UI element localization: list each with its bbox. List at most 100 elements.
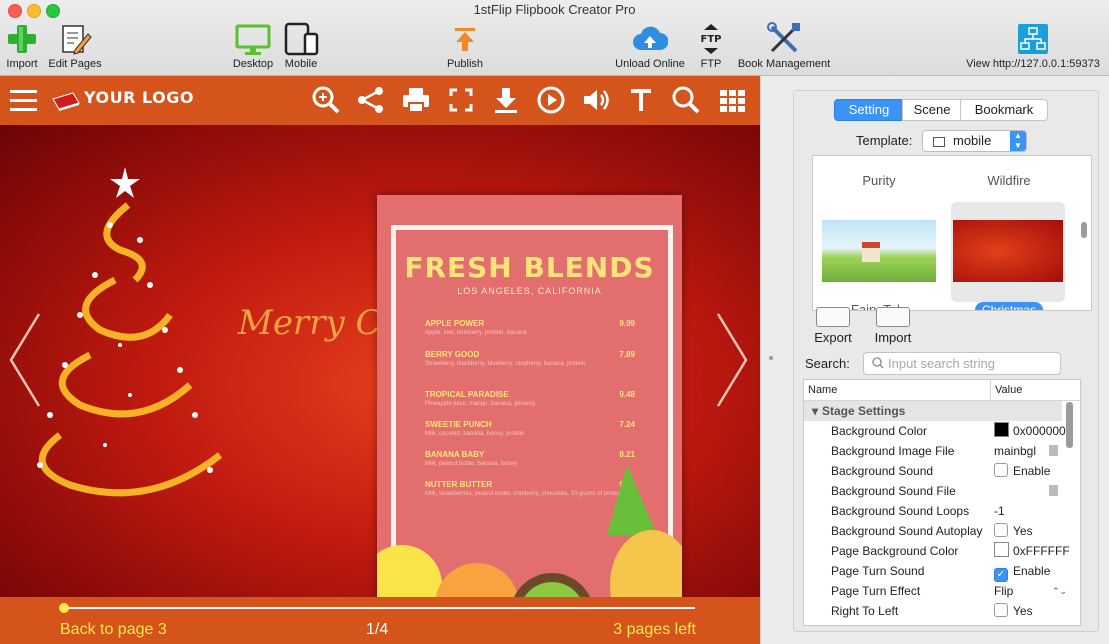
disclosure-triangle-icon: ▾ bbox=[812, 404, 819, 418]
settings-panel: Setting Scene Bookmark Template: mobile … bbox=[781, 76, 1109, 644]
table-row[interactable]: Page Background Color 0xFFFFFF bbox=[804, 541, 1070, 561]
tab-bookmark[interactable]: Bookmark bbox=[960, 99, 1048, 121]
checkbox-checked[interactable]: ✓ bbox=[994, 568, 1008, 582]
chevron-updown-icon[interactable]: ⌃⌄ bbox=[1052, 581, 1067, 601]
book-page[interactable]: FRESH BLENDS LOS ANGELES, CALIFORNIA APP… bbox=[377, 195, 682, 626]
tab-scene[interactable]: Scene bbox=[902, 99, 962, 121]
zoom-in-icon[interactable] bbox=[311, 85, 341, 115]
table-row[interactable]: Background Sound Autoplay Yes bbox=[804, 521, 1062, 541]
import-button[interactable]: Import bbox=[2, 20, 42, 72]
import-icon bbox=[876, 307, 910, 327]
page-progress-handle[interactable] bbox=[59, 603, 69, 613]
fullscreen-icon[interactable] bbox=[446, 85, 476, 115]
mobile-button[interactable]: Mobile bbox=[280, 20, 322, 72]
search-field[interactable]: Input search string bbox=[863, 352, 1061, 375]
tab-setting[interactable]: Setting bbox=[834, 99, 904, 121]
view-button[interactable]: View http://127.0.0.1:59373 bbox=[958, 20, 1108, 72]
table-row[interactable]: Background Sound Loops -1 bbox=[804, 501, 1062, 521]
devices-icon bbox=[280, 20, 322, 58]
table-scrollbar[interactable] bbox=[1066, 402, 1073, 448]
ftp-icon: FTP bbox=[694, 20, 728, 58]
file-icon[interactable] bbox=[1049, 485, 1058, 496]
template-device-icon bbox=[933, 137, 945, 147]
book-stage: Merry Christmas FRESH BLENDS LOS ANGELES… bbox=[0, 125, 760, 626]
logo-text: YOUR LOGO bbox=[84, 88, 194, 107]
menu-subtitle: LOS ANGELES, CALIFORNIA bbox=[457, 286, 602, 296]
autoplay-icon[interactable] bbox=[536, 85, 566, 115]
split-view-divider[interactable] bbox=[760, 76, 782, 644]
export-button[interactable]: Export bbox=[808, 307, 858, 345]
search-label: Search: bbox=[805, 356, 850, 371]
checkbox[interactable] bbox=[994, 523, 1008, 537]
previous-page-arrow-icon[interactable] bbox=[5, 310, 45, 410]
page-progress-track[interactable] bbox=[64, 607, 695, 609]
template-name: Wildfire bbox=[987, 173, 1031, 188]
table-header: Name Value bbox=[804, 380, 1080, 401]
viewer-toolbar: YOUR LOGO bbox=[0, 76, 760, 125]
gallery-scrollbar[interactable] bbox=[1081, 222, 1087, 238]
ftp-button[interactable]: FTP FTP bbox=[694, 20, 728, 72]
export-icon bbox=[816, 307, 850, 327]
text-icon[interactable] bbox=[626, 85, 656, 115]
menu-item: APPLE POWER 9.99 Apple, kiwi, blueberry,… bbox=[425, 319, 635, 336]
cloud-upload-icon bbox=[612, 20, 688, 58]
menu-item: SWEETIE PUNCH 7.24 Milk, coconut, banana… bbox=[425, 420, 635, 437]
file-icon[interactable] bbox=[1049, 445, 1058, 456]
desktop-button[interactable]: Desktop bbox=[229, 20, 277, 72]
template-label: Template: bbox=[856, 133, 913, 148]
table-row[interactable]: Background Color 0x000000 bbox=[804, 421, 1066, 441]
template-thumb-purity[interactable] bbox=[822, 220, 936, 282]
import-settings-button[interactable]: Import bbox=[868, 307, 918, 345]
edit-document-icon bbox=[45, 20, 105, 58]
plus-icon bbox=[2, 20, 42, 58]
edit-pages-button[interactable]: Edit Pages bbox=[45, 20, 105, 72]
next-page-arrow-icon[interactable] bbox=[712, 310, 752, 410]
back-to-page-link[interactable]: Back to page 3 bbox=[60, 621, 167, 639]
template-name: Purity bbox=[862, 173, 896, 188]
template-gallery: Purity Wildfire Fairy Tale Christmas bbox=[812, 155, 1092, 311]
page-indicator: 1/4 bbox=[366, 621, 389, 638]
color-swatch[interactable] bbox=[994, 422, 1009, 437]
menu-item: TROPICAL PARADISE 9.48 Pineapple juice, … bbox=[425, 390, 635, 407]
download-icon[interactable] bbox=[491, 85, 521, 115]
properties-table: Name Value ▾ Stage Settings Background C… bbox=[803, 379, 1081, 626]
print-icon[interactable] bbox=[401, 85, 431, 115]
checkbox[interactable] bbox=[994, 603, 1008, 617]
group-row[interactable]: ▾ Stage Settings bbox=[804, 401, 1062, 421]
template-select[interactable]: mobile ▲ ▼ bbox=[922, 130, 1027, 152]
flipbook-preview: YOUR LOGO Merry FRESH BLENDS LOS ANGELES… bbox=[0, 76, 760, 644]
christmas-tree-decoration bbox=[37, 167, 223, 497]
upload-online-button[interactable]: Unload Online bbox=[612, 20, 688, 72]
search-icon[interactable] bbox=[671, 85, 701, 115]
viewer-footer: Back to page 3 1/4 3 pages left bbox=[0, 597, 760, 644]
checkbox[interactable] bbox=[994, 463, 1008, 477]
thumbnails-icon[interactable] bbox=[717, 85, 747, 115]
monitor-icon bbox=[229, 20, 277, 58]
svg-text:FTP: FTP bbox=[701, 34, 722, 45]
template-name-selected: Christmas bbox=[975, 302, 1043, 310]
menu-title: FRESH BLENDS bbox=[404, 251, 655, 284]
template-thumb-wildfire-selected[interactable] bbox=[951, 202, 1065, 302]
sound-icon[interactable] bbox=[581, 85, 611, 115]
pages-left-label: 3 pages left bbox=[613, 621, 696, 638]
book-logo-icon bbox=[51, 91, 81, 116]
publish-button[interactable]: Publish bbox=[440, 20, 490, 72]
book-management-button[interactable]: Book Management bbox=[733, 20, 835, 72]
hamburger-menu-icon[interactable] bbox=[10, 90, 37, 112]
window-title: 1stFlip Flipbook Creator Pro bbox=[473, 2, 636, 17]
menu-item: BERRY GOOD 7.89 Strawberry, blackberry, … bbox=[425, 350, 635, 367]
share-icon[interactable] bbox=[356, 85, 386, 115]
search-icon bbox=[872, 357, 884, 369]
table-row[interactable]: Right To Left Yes bbox=[804, 601, 1062, 621]
table-row[interactable]: Page Turn Sound ✓ Enable bbox=[804, 561, 1062, 582]
table-row[interactable]: Background Image File mainbgl bbox=[804, 441, 1062, 461]
table-row[interactable]: Background Sound File bbox=[804, 481, 1062, 501]
table-row[interactable]: Page Turn Effect Flip ⌃⌄ bbox=[804, 581, 1067, 601]
tools-icon bbox=[733, 20, 835, 58]
title-bar: 1stFlip Flipbook Creator Pro Import Edit… bbox=[0, 0, 1109, 76]
table-row[interactable]: Background Sound Enable bbox=[804, 461, 1062, 481]
network-icon bbox=[958, 20, 1108, 58]
settings-box: Setting Scene Bookmark Template: mobile … bbox=[793, 90, 1099, 632]
color-swatch[interactable] bbox=[994, 542, 1009, 557]
upload-arrow-icon bbox=[440, 20, 490, 58]
